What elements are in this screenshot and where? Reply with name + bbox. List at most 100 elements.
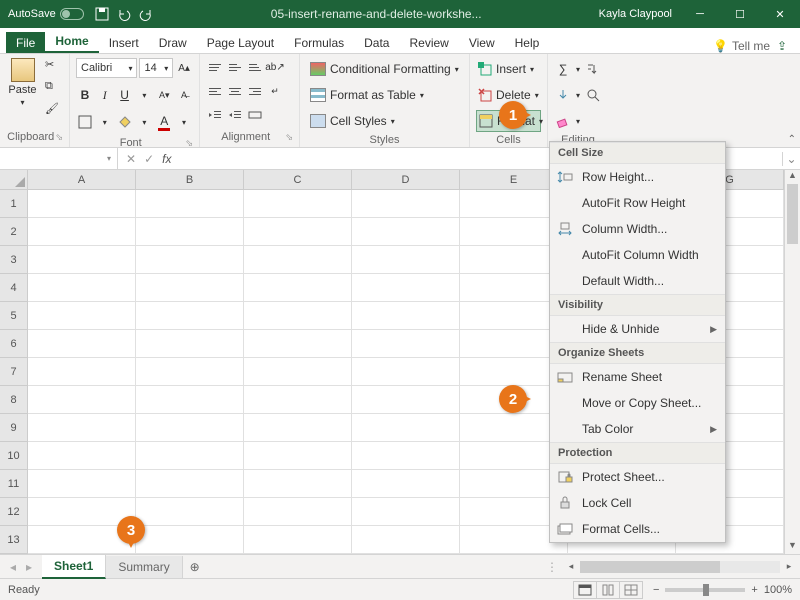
row-header[interactable]: 9 <box>0 414 28 442</box>
cell-styles-button[interactable]: Cell Styles▾ <box>306 110 463 132</box>
font-color-button[interactable]: A <box>155 112 173 132</box>
page-break-view-icon[interactable] <box>619 581 643 599</box>
tab-view[interactable]: View <box>459 32 505 53</box>
italic-button[interactable]: I <box>96 85 114 105</box>
row-header[interactable]: 13 <box>0 526 28 554</box>
sort-filter-icon[interactable] <box>584 60 602 78</box>
scroll-up-icon[interactable]: ▲ <box>785 170 800 184</box>
borders-button[interactable] <box>76 112 94 132</box>
hscroll-thumb[interactable] <box>580 561 720 573</box>
bold-button[interactable]: B <box>76 85 94 105</box>
align-center-icon[interactable] <box>226 82 244 100</box>
underline-button[interactable]: U <box>116 85 134 105</box>
normal-view-icon[interactable] <box>573 581 597 599</box>
minimize-button[interactable]: ─ <box>680 0 720 28</box>
tab-page-layout[interactable]: Page Layout <box>197 32 284 53</box>
align-right-icon[interactable] <box>246 82 264 100</box>
align-top-icon[interactable] <box>206 58 224 76</box>
scroll-right-icon[interactable]: ▸ <box>782 561 796 572</box>
scroll-down-icon[interactable]: ▼ <box>785 540 800 554</box>
sheet-nav-next-icon[interactable]: ▸ <box>22 560 36 574</box>
autosum-icon[interactable]: ∑ <box>554 60 572 78</box>
zoom-in-button[interactable]: + <box>751 584 757 596</box>
merge-center-icon[interactable] <box>246 106 264 124</box>
row-header[interactable]: 7 <box>0 358 28 386</box>
share-button[interactable]: ⇪ <box>770 39 794 53</box>
row-header[interactable]: 4 <box>0 274 28 302</box>
redo-icon[interactable] <box>138 6 154 22</box>
row-header[interactable]: 3 <box>0 246 28 274</box>
format-painter-icon[interactable]: 🖌 <box>45 102 63 120</box>
col-header[interactable]: D <box>352 170 460 190</box>
maximize-button[interactable]: ☐ <box>720 0 760 28</box>
new-sheet-button[interactable]: ⊕ <box>183 560 207 574</box>
tab-draw[interactable]: Draw <box>149 32 197 53</box>
save-icon[interactable] <box>94 6 110 22</box>
row-header[interactable]: 5 <box>0 302 28 330</box>
font-dialog-launcher[interactable]: ⬂ <box>185 135 193 151</box>
paste-button[interactable]: Paste ▾ <box>6 58 39 129</box>
decrease-font-icon[interactable]: A▾ <box>155 85 173 105</box>
fx-icon[interactable]: fx <box>162 152 171 166</box>
align-left-icon[interactable] <box>206 82 224 100</box>
font-size-select[interactable]: 14▾ <box>139 58 173 78</box>
tab-review[interactable]: Review <box>399 32 458 53</box>
user-name[interactable]: Kayla Claypool <box>599 8 672 20</box>
increase-font-icon[interactable]: A▴ <box>175 58 193 78</box>
row-header[interactable]: 6 <box>0 330 28 358</box>
autosave-switch-icon[interactable] <box>60 8 84 20</box>
fill-icon[interactable] <box>554 86 572 104</box>
menu-autofit-row[interactable]: AutoFit Row Height <box>550 190 725 216</box>
orientation-icon[interactable]: ab↗ <box>266 58 284 76</box>
cut-icon[interactable]: ✂ <box>45 58 63 76</box>
menu-protect-sheet[interactable]: Protect Sheet... <box>550 464 725 490</box>
menu-tab-color[interactable]: Tab Color▶ <box>550 416 725 442</box>
row-header[interactable]: 11 <box>0 470 28 498</box>
close-button[interactable]: ✕ <box>760 0 800 28</box>
find-select-icon[interactable] <box>584 86 602 104</box>
vertical-scrollbar[interactable]: ▲ ▼ <box>784 170 800 554</box>
tab-file[interactable]: File <box>6 32 45 53</box>
menu-lock-cell[interactable]: Lock Cell <box>550 490 725 516</box>
tab-home[interactable]: Home <box>45 30 98 53</box>
tell-me-search[interactable]: 💡 Tell me <box>713 39 770 53</box>
menu-hide-unhide[interactable]: Hide & Unhide▶ <box>550 316 725 342</box>
horizontal-scrollbar[interactable]: ⋮ ◂ ▸ <box>207 560 800 574</box>
tab-help[interactable]: Help <box>505 32 550 53</box>
tab-insert[interactable]: Insert <box>99 32 149 53</box>
alignment-dialog-launcher[interactable]: ⬂ <box>285 129 293 145</box>
row-header[interactable]: 10 <box>0 442 28 470</box>
zoom-level[interactable]: 100% <box>764 584 792 596</box>
enter-formula-icon[interactable]: ✓ <box>144 152 154 166</box>
sheet-tab-sheet1[interactable]: Sheet1 <box>42 555 106 579</box>
menu-column-width[interactable]: Column Width... <box>550 216 725 242</box>
col-header[interactable]: C <box>244 170 352 190</box>
page-layout-view-icon[interactable] <box>596 581 620 599</box>
sheet-nav-prev-icon[interactable]: ◂ <box>6 560 20 574</box>
increase-indent-icon[interactable] <box>226 106 244 124</box>
cells-insert-button[interactable]: Insert▾ <box>476 58 541 80</box>
menu-autofit-column[interactable]: AutoFit Column Width <box>550 242 725 268</box>
menu-rename-sheet[interactable]: Rename Sheet <box>550 364 725 390</box>
font-name-select[interactable]: Calibri▾ <box>76 58 137 78</box>
wrap-text-icon[interactable]: ↵ <box>266 82 284 100</box>
menu-move-copy-sheet[interactable]: Move or Copy Sheet... <box>550 390 725 416</box>
undo-icon[interactable] <box>116 6 132 22</box>
collapse-ribbon-icon[interactable]: ⌃ <box>788 134 796 145</box>
fill-color-button[interactable] <box>116 112 134 132</box>
row-header[interactable]: 1 <box>0 190 28 218</box>
cancel-formula-icon[interactable]: ✕ <box>126 152 136 166</box>
copy-icon[interactable]: ⧉ <box>45 80 63 98</box>
align-bottom-icon[interactable] <box>246 58 264 76</box>
tab-formulas[interactable]: Formulas <box>284 32 354 53</box>
col-header[interactable]: A <box>28 170 136 190</box>
scroll-left-icon[interactable]: ◂ <box>564 561 578 572</box>
scroll-thumb[interactable] <box>787 184 798 244</box>
row-header[interactable]: 2 <box>0 218 28 246</box>
format-as-table-button[interactable]: Format as Table▾ <box>306 84 463 106</box>
autosave-toggle[interactable]: AutoSave <box>8 8 84 20</box>
menu-default-width[interactable]: Default Width... <box>550 268 725 294</box>
menu-format-cells[interactable]: Format Cells... <box>550 516 725 542</box>
conditional-formatting-button[interactable]: Conditional Formatting▾ <box>306 58 463 80</box>
expand-formula-bar-icon[interactable]: ⌄ <box>782 152 800 166</box>
